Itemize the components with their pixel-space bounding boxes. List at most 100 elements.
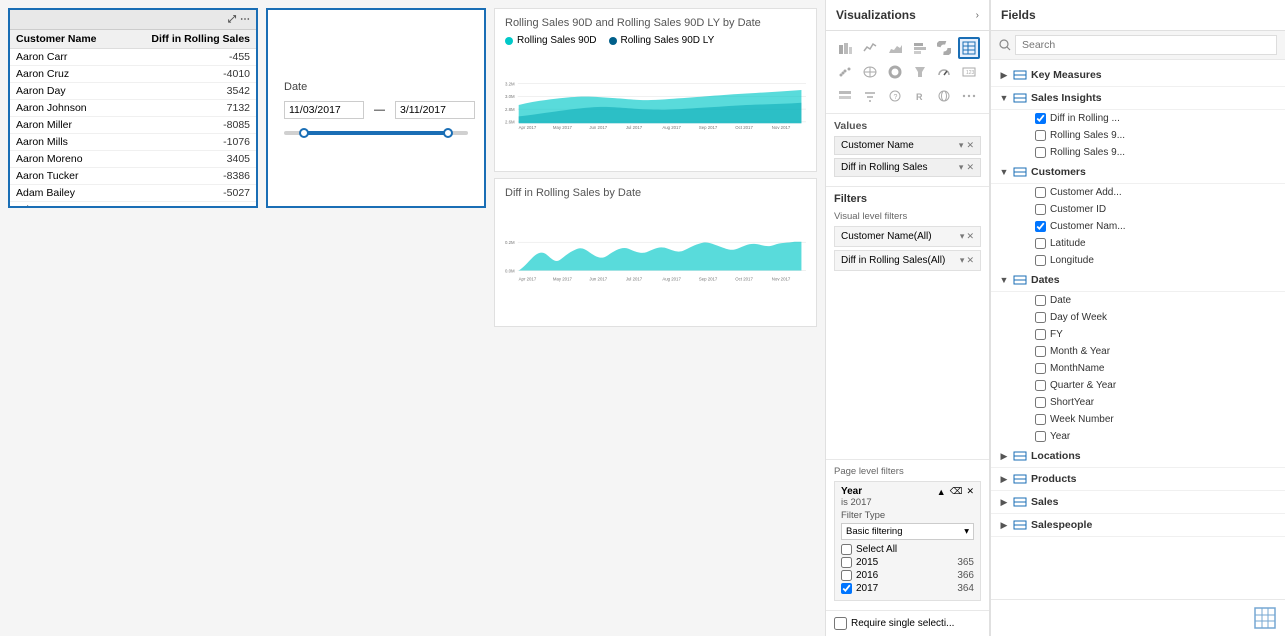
viz-icon-map[interactable] xyxy=(859,61,881,83)
fields-item-3-2[interactable]: FY xyxy=(1011,326,1285,343)
slider-thumb-right[interactable] xyxy=(443,128,453,138)
fields-item-2-4[interactable]: Longitude xyxy=(1011,252,1285,269)
col-customer-name[interactable]: Customer Name xyxy=(10,30,123,49)
viz-panel-arrow[interactable]: › xyxy=(976,10,979,21)
item-checkbox-3-2[interactable] xyxy=(1035,329,1046,340)
viz-icon-slicer[interactable] xyxy=(834,85,856,107)
item-checkbox-3-0[interactable] xyxy=(1035,295,1046,306)
year-checkbox-2016[interactable] xyxy=(841,570,852,581)
item-checkbox-2-1[interactable] xyxy=(1035,204,1046,215)
viz-icon-filter[interactable] xyxy=(859,85,881,107)
date-slider-track[interactable] xyxy=(284,131,468,135)
table-row[interactable]: Aaron Moreno3405 xyxy=(10,151,256,168)
field-chip-diff-dropdown[interactable]: ▾ xyxy=(959,162,964,173)
viz-icon-donut[interactable] xyxy=(884,61,906,83)
viz-icon-card[interactable]: 123 xyxy=(958,61,980,83)
viz-icon-more[interactable] xyxy=(958,85,980,107)
year-filter-eraser[interactable]: ⌫ xyxy=(950,486,963,497)
item-checkbox-2-3[interactable] xyxy=(1035,238,1046,249)
fields-item-2-2[interactable]: Customer Nam... xyxy=(1011,218,1285,235)
item-checkbox-1-0[interactable] xyxy=(1035,113,1046,124)
viz-icon-pie[interactable] xyxy=(933,37,955,59)
year-checkbox-2015[interactable] xyxy=(841,557,852,568)
fields-table-icon[interactable] xyxy=(1253,606,1277,630)
table-row[interactable]: Aaron Carr-455 xyxy=(10,49,256,66)
item-checkbox-3-3[interactable] xyxy=(1035,346,1046,357)
item-checkbox-1-1[interactable] xyxy=(1035,130,1046,141)
item-checkbox-2-2[interactable] xyxy=(1035,221,1046,232)
item-checkbox-3-8[interactable] xyxy=(1035,431,1046,442)
fields-group-header-0[interactable]: ▶ Key Measures xyxy=(991,64,1285,87)
year-option-2016[interactable]: 2016 366 xyxy=(841,570,974,581)
fields-search-input[interactable] xyxy=(1015,35,1277,55)
filter-item-customer-remove[interactable]: ✕ xyxy=(966,231,974,242)
viz-icon-scatter[interactable] xyxy=(834,61,856,83)
viz-icon-funnel[interactable] xyxy=(909,61,931,83)
filter-type-dropdown-icon[interactable]: ▾ xyxy=(964,526,969,537)
fields-item-3-7[interactable]: Week Number xyxy=(1011,411,1285,428)
item-checkbox-3-6[interactable] xyxy=(1035,397,1046,408)
fields-group-header-2[interactable]: ▼ Customers xyxy=(991,161,1285,184)
viz-icon-gauge[interactable] xyxy=(933,61,955,83)
filter-item-diff-expand[interactable]: ▾ xyxy=(960,255,965,266)
fields-item-1-1[interactable]: Rolling Sales 9... xyxy=(1011,127,1285,144)
item-checkbox-2-4[interactable] xyxy=(1035,255,1046,266)
viz-icon-r[interactable]: R xyxy=(909,85,931,107)
field-chip-customer-dropdown[interactable]: ▾ xyxy=(959,140,964,151)
item-checkbox-3-1[interactable] xyxy=(1035,312,1046,323)
table-row[interactable]: Aaron Day3542 xyxy=(10,83,256,100)
table-row[interactable]: Adam Bailey-5027 xyxy=(10,185,256,202)
field-chip-diff-remove[interactable]: ✕ xyxy=(966,162,974,173)
fields-item-2-0[interactable]: Customer Add... xyxy=(1011,184,1285,201)
field-chip-customer[interactable]: Customer Name ▾ ✕ xyxy=(834,136,981,155)
table-row[interactable]: Aaron Tucker-8386 xyxy=(10,168,256,185)
item-checkbox-3-4[interactable] xyxy=(1035,363,1046,374)
viz-icon-area[interactable] xyxy=(884,37,906,59)
fields-item-3-6[interactable]: ShortYear xyxy=(1011,394,1285,411)
viz-icon-qna[interactable]: ? xyxy=(884,85,906,107)
viz-icon-bar-h[interactable] xyxy=(909,37,931,59)
item-checkbox-2-0[interactable] xyxy=(1035,187,1046,198)
fields-group-header-5[interactable]: ▶ Products xyxy=(991,468,1285,491)
require-checkbox[interactable] xyxy=(834,617,847,630)
table-menu-icon[interactable]: ⋯ xyxy=(240,14,250,25)
fields-item-3-4[interactable]: MonthName xyxy=(1011,360,1285,377)
year-filter-collapse[interactable]: ▲ xyxy=(937,487,946,497)
fields-item-3-3[interactable]: Month & Year xyxy=(1011,343,1285,360)
filter-item-customer[interactable]: Customer Name(All) ▾ ✕ xyxy=(834,226,981,247)
year-option-2015[interactable]: 2015 365 xyxy=(841,557,974,568)
filter-type-select[interactable]: Basic filtering ▾ xyxy=(841,523,974,540)
year-filter-remove[interactable]: ✕ xyxy=(966,486,974,497)
fields-group-header-3[interactable]: ▼ Dates xyxy=(991,269,1285,292)
item-checkbox-3-7[interactable] xyxy=(1035,414,1046,425)
filter-item-diff-remove[interactable]: ✕ xyxy=(966,255,974,266)
viz-icon-line[interactable] xyxy=(859,37,881,59)
fields-item-3-8[interactable]: Year xyxy=(1011,428,1285,445)
fields-item-3-5[interactable]: Quarter & Year xyxy=(1011,377,1285,394)
filter-item-customer-expand[interactable]: ▾ xyxy=(960,231,965,242)
table-row[interactable]: Aaron Cruz-4010 xyxy=(10,66,256,83)
fields-group-header-4[interactable]: ▶ Locations xyxy=(991,445,1285,468)
date-end-input[interactable] xyxy=(395,101,475,119)
item-checkbox-1-2[interactable] xyxy=(1035,147,1046,158)
table-scroll[interactable]: Customer Name Diff in Rolling Sales Aaro… xyxy=(10,30,256,206)
item-checkbox-3-5[interactable] xyxy=(1035,380,1046,391)
fields-item-3-0[interactable]: Date xyxy=(1011,292,1285,309)
fields-item-3-1[interactable]: Day of Week xyxy=(1011,309,1285,326)
viz-icon-stacked-bar[interactable] xyxy=(834,37,856,59)
date-start-input[interactable] xyxy=(284,101,364,119)
fields-group-header-7[interactable]: ▶ Salespeople xyxy=(991,514,1285,537)
year-option-2017[interactable]: 2017 364 xyxy=(841,583,974,594)
viz-icon-table[interactable] xyxy=(958,37,980,59)
field-chip-diff[interactable]: Diff in Rolling Sales ▾ ✕ xyxy=(834,158,981,177)
col-diff-rolling[interactable]: Diff in Rolling Sales xyxy=(123,30,256,49)
select-all-checkbox[interactable] xyxy=(841,544,852,555)
fields-item-2-1[interactable]: Customer ID xyxy=(1011,201,1285,218)
fields-item-1-2[interactable]: Rolling Sales 9... xyxy=(1011,144,1285,161)
table-expand-icon[interactable]: ⤢ xyxy=(228,14,236,25)
table-row[interactable]: Aaron Mills-1076 xyxy=(10,134,256,151)
year-checkbox-2017[interactable] xyxy=(841,583,852,594)
fields-item-2-3[interactable]: Latitude xyxy=(1011,235,1285,252)
viz-icon-globe[interactable] xyxy=(933,85,955,107)
table-row[interactable]: Adam Duncan-1494 xyxy=(10,202,256,207)
